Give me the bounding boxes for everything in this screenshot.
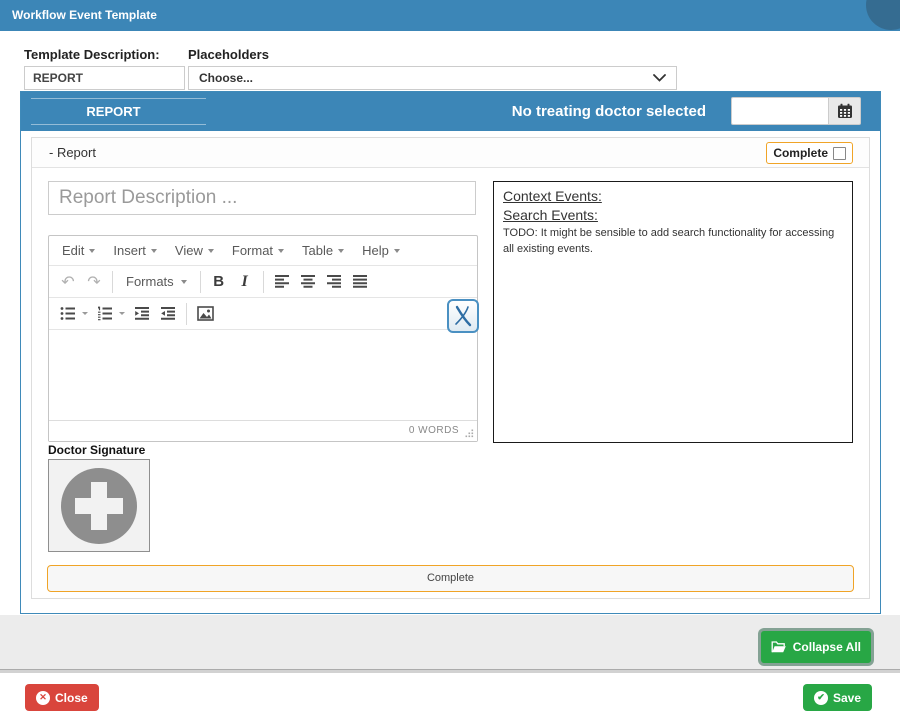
close-label: Close [55, 691, 88, 705]
editor-toolbar-row1: ↶ ↷ Formats B I [49, 266, 477, 298]
editor-statusbar: 0 WORDS [49, 420, 477, 441]
align-left-icon [274, 274, 290, 289]
modal-title: Workflow Event Template [12, 0, 157, 31]
signature-plugin-button[interactable] [447, 299, 479, 333]
image-icon [197, 306, 214, 321]
doctor-status-text: No treating doctor selected [512, 92, 706, 131]
menu-table[interactable]: Table [293, 238, 353, 264]
placeholders-selected-value: Choose... [199, 71, 253, 85]
menu-help[interactable]: Help [353, 238, 409, 264]
menu-view[interactable]: View [166, 238, 223, 264]
menu-insert[interactable]: Insert [104, 238, 166, 264]
collapse-all-label: Collapse All [793, 640, 861, 654]
folder-open-icon [771, 640, 787, 654]
undo-button[interactable]: ↶ [55, 269, 81, 295]
caret-down-icon[interactable] [82, 312, 88, 315]
save-button[interactable]: ✔ Save [803, 684, 872, 711]
chevron-down-icon [653, 74, 666, 82]
caret-down-icon [181, 280, 187, 284]
editor-content-area[interactable] [49, 330, 477, 420]
rich-text-editor: Edit Insert View Format Table Help ↶ ↷ F… [48, 235, 478, 442]
calendar-button[interactable] [828, 97, 861, 125]
editor-menubar: Edit Insert View Format Table Help [49, 236, 477, 266]
align-right-button[interactable] [321, 269, 347, 295]
placeholders-select[interactable]: Choose... [188, 66, 677, 90]
align-justify-button[interactable] [347, 269, 373, 295]
bullet-list-icon [60, 306, 76, 321]
align-center-button[interactable] [295, 269, 321, 295]
placeholders-label: Placeholders [188, 47, 269, 62]
formats-dropdown[interactable]: Formats [118, 269, 195, 295]
caret-down-icon [151, 249, 157, 253]
numbered-list-icon [97, 306, 113, 321]
close-button[interactable]: ✕ Close [25, 684, 99, 711]
redo-icon: ↷ [87, 272, 100, 292]
complete-bar-button[interactable]: Complete [47, 565, 854, 592]
calendar-icon [837, 103, 853, 119]
complete-toggle-button[interactable]: Complete [766, 142, 853, 164]
caret-down-icon [208, 249, 214, 253]
date-input[interactable] [731, 97, 828, 125]
date-picker-group [731, 97, 861, 125]
context-events-panel: Context Events: Search Events: TODO: It … [493, 181, 853, 443]
todo-note: TODO: It might be sensible to add search… [503, 226, 843, 258]
caret-down-icon[interactable] [119, 312, 125, 315]
complete-toggle-label: Complete [773, 146, 828, 160]
resize-handle[interactable] [465, 429, 474, 438]
caret-down-icon [278, 249, 284, 253]
report-description-input[interactable] [48, 181, 476, 215]
collapse-all-button[interactable]: Collapse All [761, 631, 871, 663]
doctor-signature-box[interactable] [48, 459, 150, 552]
bold-icon: B [213, 273, 224, 290]
insert-image-button[interactable] [192, 301, 218, 327]
editor-toolbar-row2 [49, 298, 477, 330]
signature-plugin-icon [453, 305, 473, 327]
complete-checkbox[interactable] [833, 147, 846, 160]
tab-report-label: REPORT [21, 92, 206, 131]
align-justify-icon [352, 274, 368, 289]
align-right-icon [326, 274, 342, 289]
template-panel: REPORT No treating doctor selected [20, 91, 881, 614]
tab-bar: REPORT No treating doctor selected [21, 92, 880, 131]
align-center-icon [300, 274, 316, 289]
menu-format[interactable]: Format [223, 238, 293, 264]
caret-down-icon [394, 249, 400, 253]
report-accordion-header[interactable]: - Report Complete [32, 138, 869, 168]
align-left-button[interactable] [269, 269, 295, 295]
report-accordion-title: - Report [49, 138, 96, 168]
italic-icon: I [242, 273, 248, 291]
redo-button[interactable]: ↷ [81, 269, 107, 295]
header-corner-decoration [866, 0, 900, 30]
bold-button[interactable]: B [206, 269, 232, 295]
context-events-link[interactable]: Context Events: [503, 187, 602, 206]
numbered-list-button[interactable] [92, 301, 118, 327]
close-icon: ✕ [36, 691, 50, 705]
menu-edit[interactable]: Edit [53, 238, 104, 264]
modal-footer: ✕ Close ✔ Save [0, 673, 900, 720]
report-accordion: - Report Complete Edit Insert View Forma… [31, 137, 870, 599]
template-description-label: Template Description: [24, 47, 160, 62]
outdent-button[interactable] [129, 301, 155, 327]
caret-down-icon [338, 249, 344, 253]
tab-report[interactable]: REPORT [21, 92, 206, 131]
caret-down-icon [89, 249, 95, 253]
modal-header: Workflow Event Template [0, 0, 900, 31]
plus-circle-icon [60, 467, 138, 545]
template-description-input[interactable] [24, 66, 185, 90]
doctor-signature-label: Doctor Signature [48, 443, 145, 457]
save-label: Save [833, 691, 861, 705]
indent-button[interactable] [155, 301, 181, 327]
save-check-icon: ✔ [814, 691, 828, 705]
search-events-link[interactable]: Search Events: [503, 206, 598, 225]
word-count: 0 WORDS [409, 421, 459, 441]
outdent-icon [134, 306, 150, 321]
workflow-event-template-modal: Workflow Event Template Template Descrip… [0, 0, 900, 720]
italic-button[interactable]: I [232, 269, 258, 295]
undo-icon: ↶ [61, 272, 74, 292]
indent-icon [160, 306, 176, 321]
bullet-list-button[interactable] [55, 301, 81, 327]
